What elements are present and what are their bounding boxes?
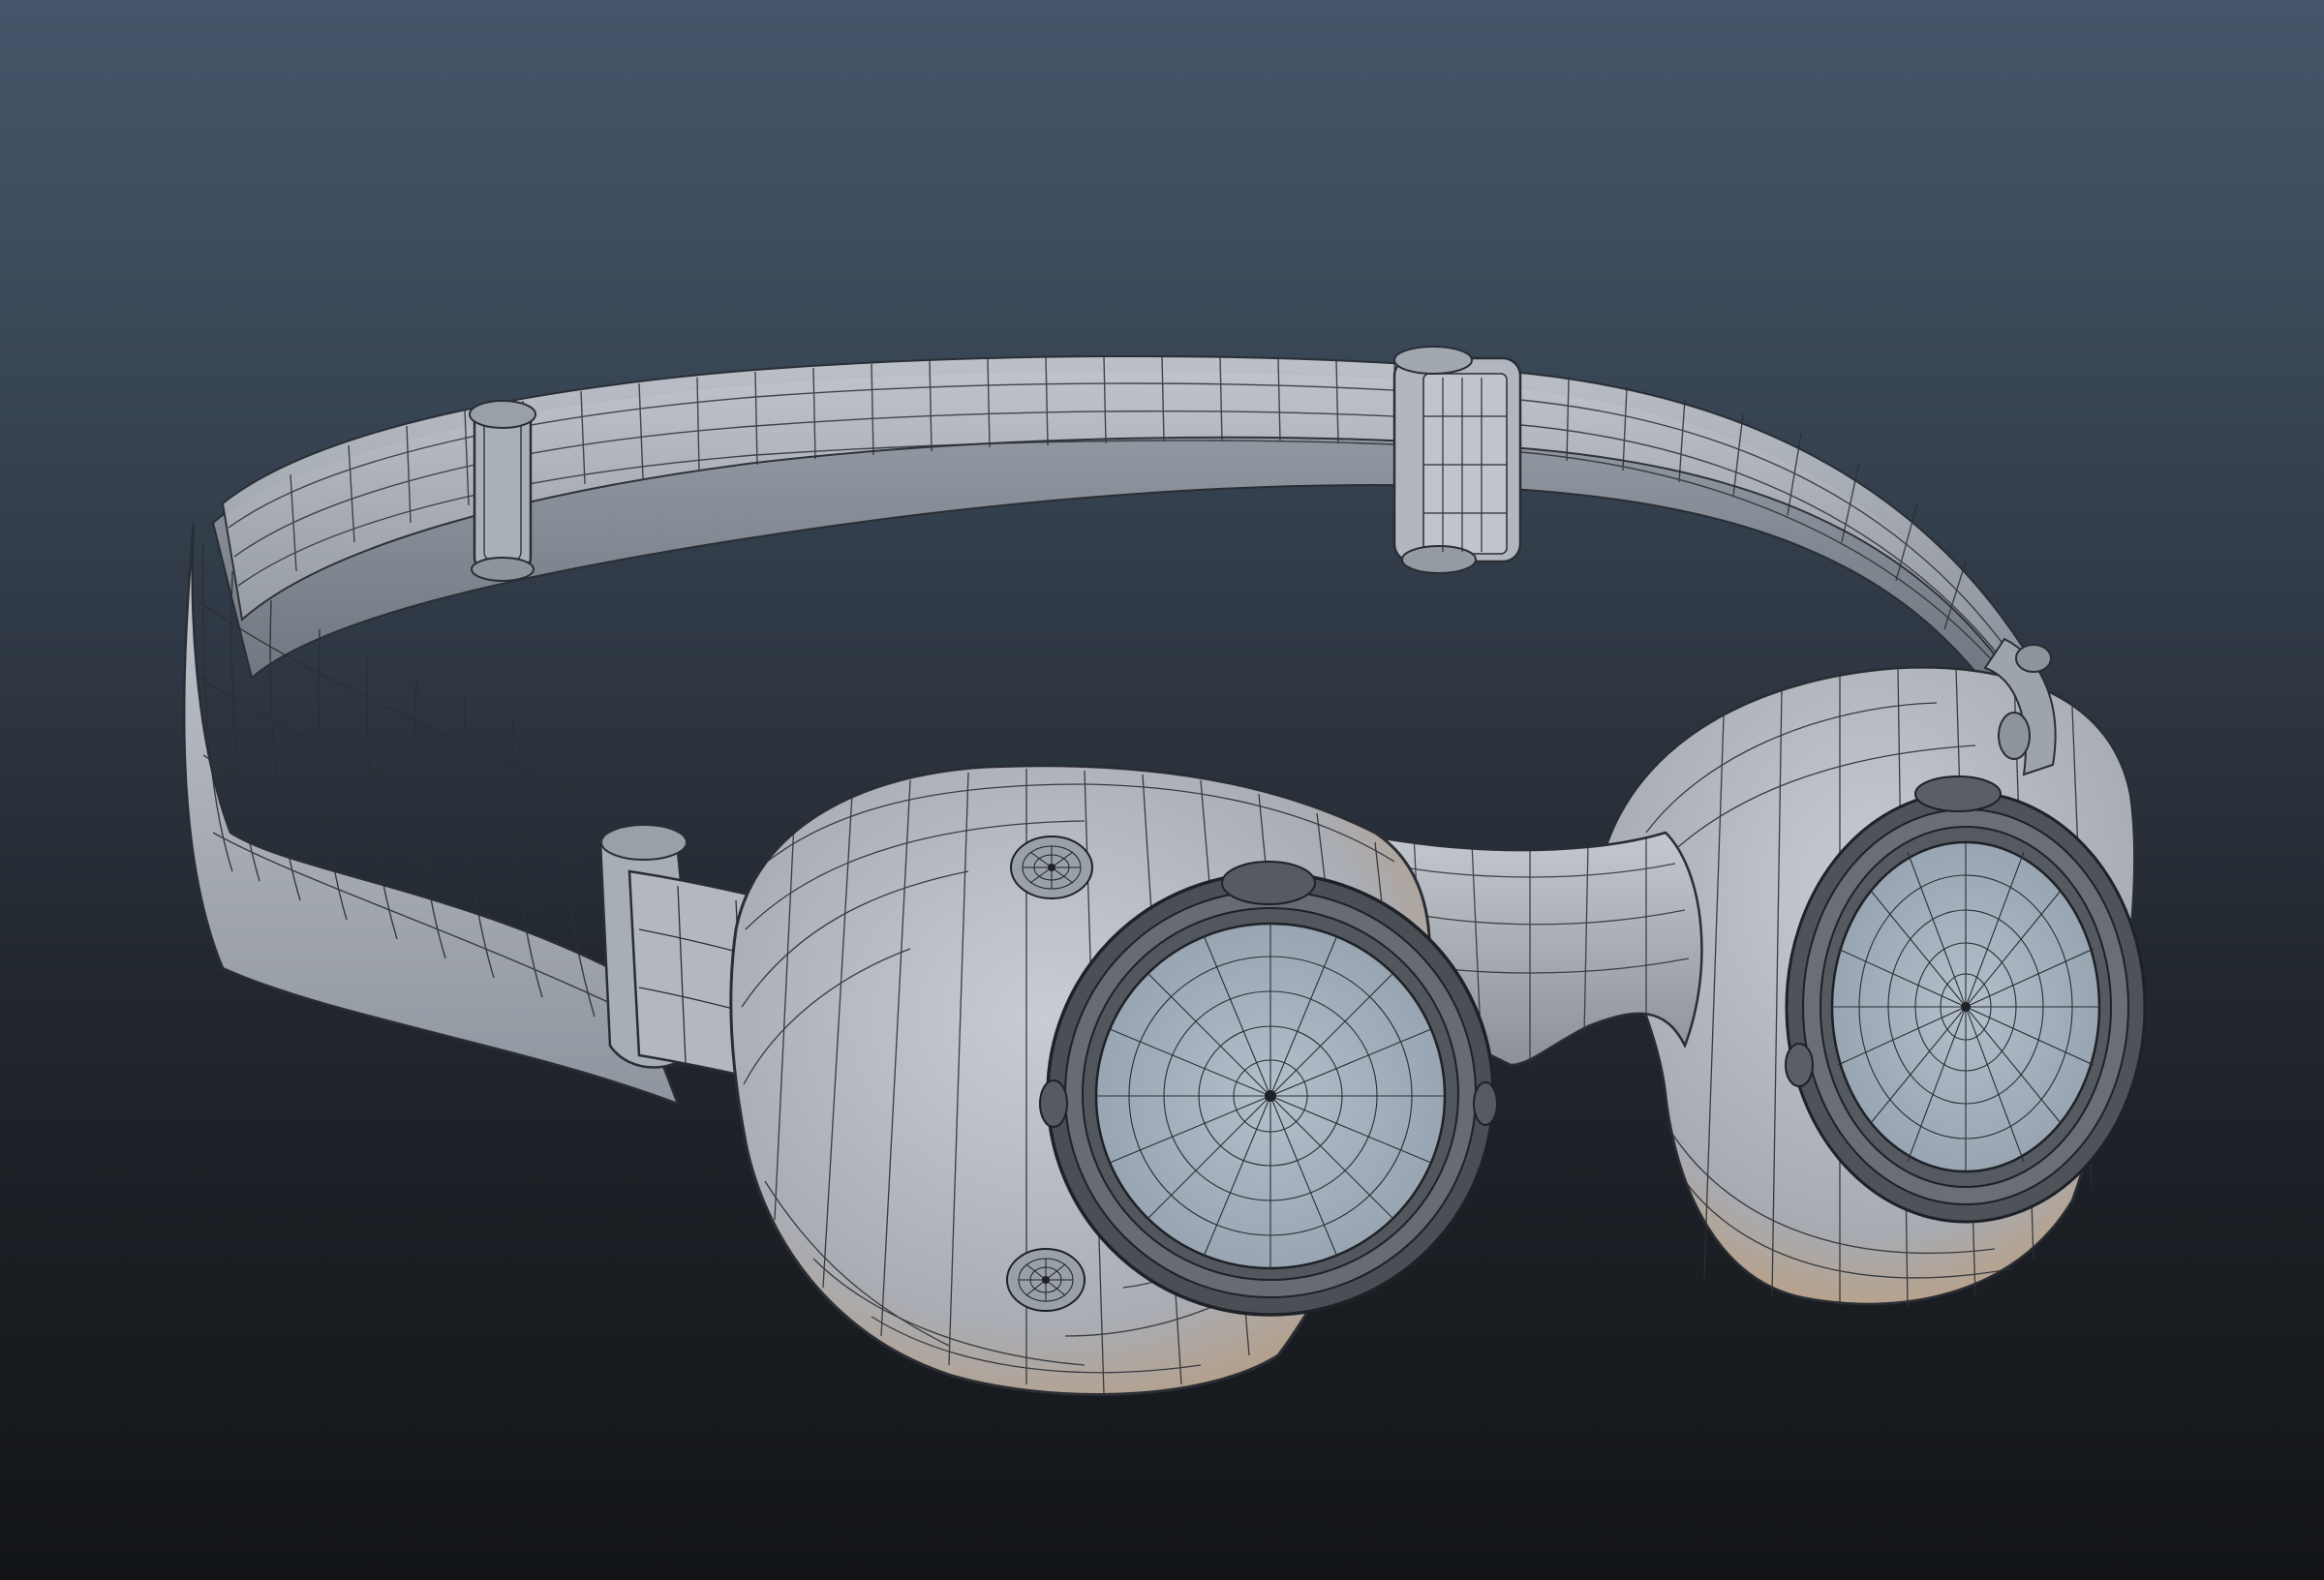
- goggles-model-render: [182, 346, 2147, 1396]
- 3d-viewport[interactable]: [0, 0, 2324, 1580]
- rivet-upper: [1010, 836, 1093, 899]
- rivet-lower: [1006, 1248, 1086, 1312]
- strap-slider-left: [469, 400, 536, 582]
- lens-right: [1830, 840, 2101, 1173]
- strap-slider-right: [1392, 346, 1522, 574]
- lens-left: [1094, 922, 1447, 1270]
